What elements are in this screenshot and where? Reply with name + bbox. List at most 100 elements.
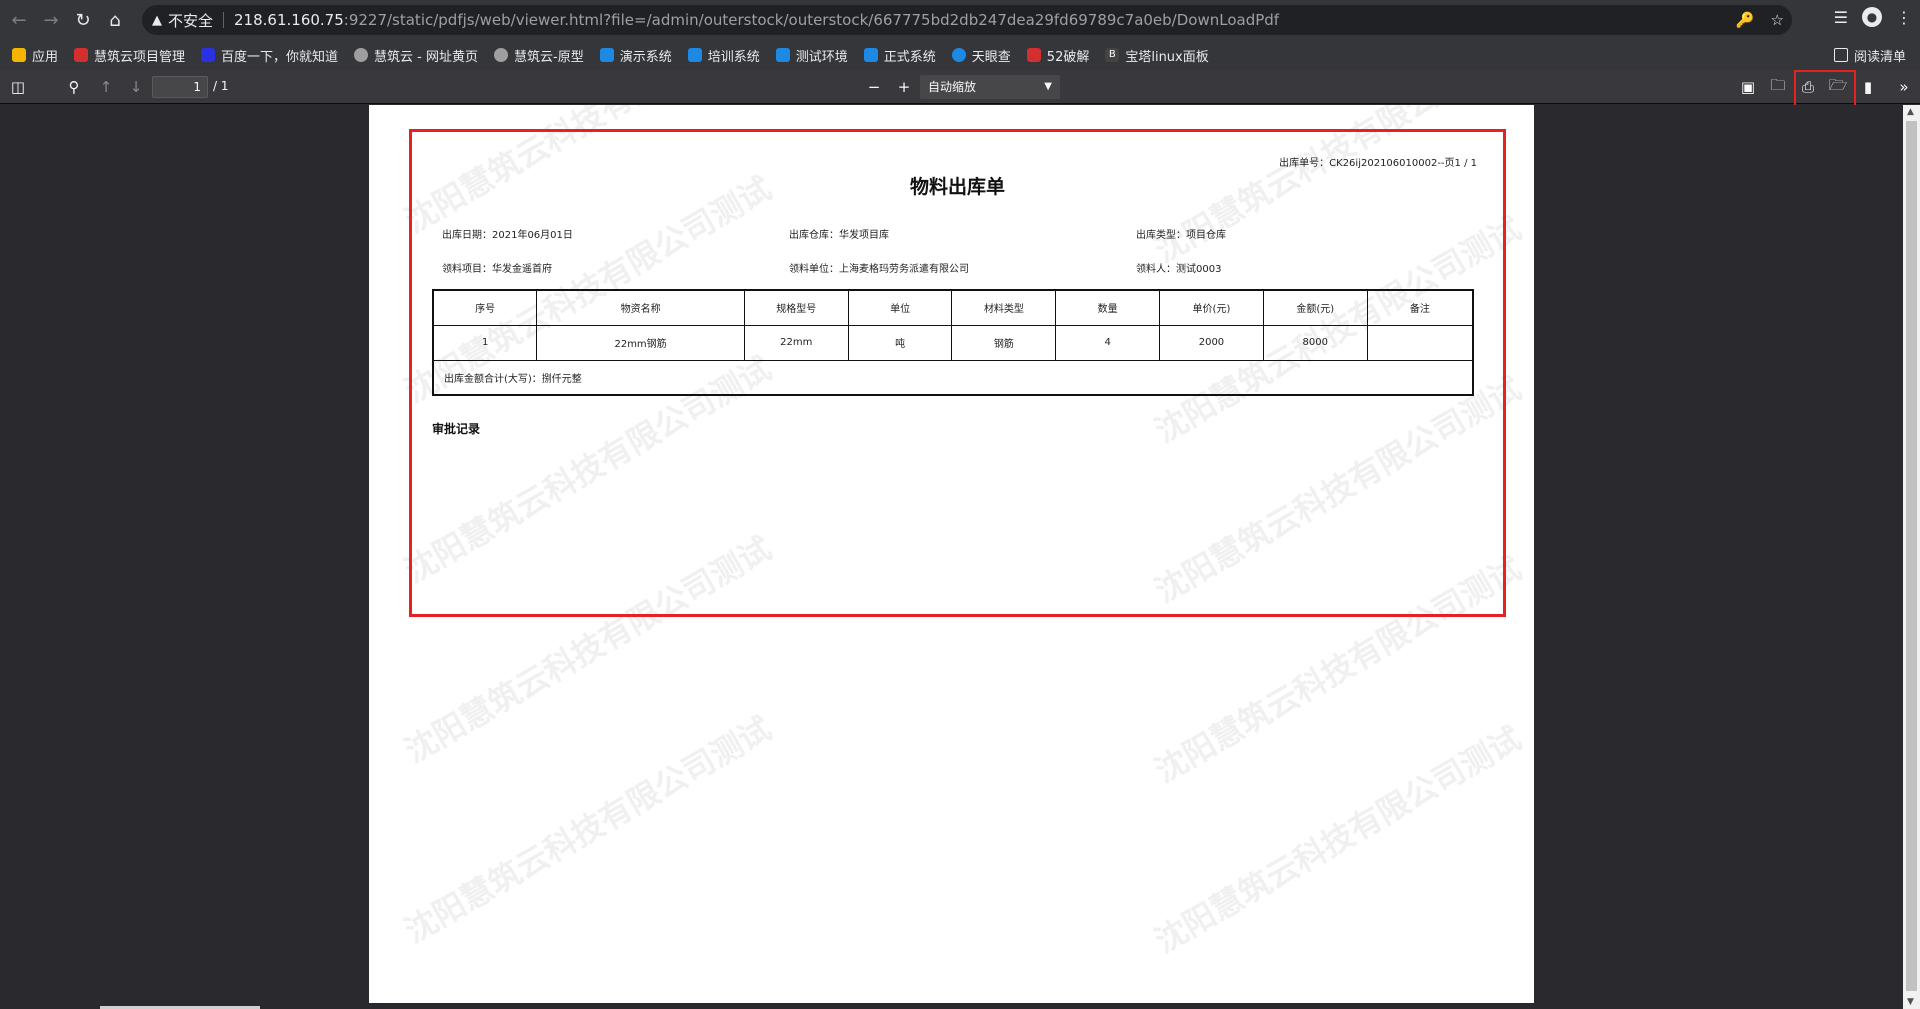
previous-page-icon[interactable]: ↑	[94, 75, 118, 99]
reload-icon[interactable]: ↻	[70, 7, 96, 33]
table-cell: 钢筋	[951, 324, 1057, 361]
highlight-frame: 出库单号：CK26ij202106010002--页1 / 1 物料出库单 出库…	[409, 129, 1506, 617]
zoom-out-icon[interactable]: −	[862, 75, 886, 99]
globe-icon	[494, 48, 509, 62]
info-unit: 领料单位：上海麦格玛劳务派遣有限公司	[789, 264, 969, 275]
key-icon[interactable]: 🔑	[1736, 11, 1755, 29]
column-header: 材料类型	[951, 289, 1057, 326]
tools-menu-icon[interactable]: »	[1892, 75, 1916, 99]
bookmark-item[interactable]: 52破解	[1026, 46, 1089, 65]
info-type: 出库类型：项目仓库	[1136, 230, 1226, 241]
browser-toolbar: ← → ↻ ⌂ ▲ 不安全 218.61.160.75:9227/static/…	[0, 0, 1920, 40]
media-queue-icon[interactable]: ☰	[1834, 8, 1848, 27]
address-bar[interactable]: ▲ 不安全 218.61.160.75:9227/static/pdfjs/we…	[142, 5, 1792, 35]
bookmark-item[interactable]: 正式系统	[863, 46, 936, 65]
bookmark-apps[interactable]: 应用	[12, 46, 58, 65]
scroll-up-icon[interactable]: ▲	[1907, 107, 1914, 117]
site-icon	[687, 48, 702, 62]
vertical-scrollbar[interactable]: ▲ ▼	[1903, 105, 1920, 1009]
table-row: 1 22mm钢筋 22mm 吨 钢筋 4 2000 8000	[432, 324, 1474, 361]
column-header: 金额(元)	[1262, 289, 1368, 326]
back-arrow-icon[interactable]: ←	[6, 7, 32, 33]
document-title: 物料出库单	[909, 176, 1005, 198]
browser-actions: ☰ ● ⋮	[1834, 7, 1912, 27]
doc-number: 出库单号：CK26ij202106010002--页1 / 1	[1279, 158, 1477, 169]
bookmarks-bar: 应用 慧筑云项目管理 百度一下，你就知道 慧筑云 - 网址黄页 慧筑云-原型 演…	[0, 40, 1920, 70]
home-icon[interactable]: ⌂	[102, 7, 128, 33]
info-date: 出库日期：2021年06月01日	[442, 230, 573, 241]
tianyancha-icon	[951, 48, 966, 62]
page-count: / 1	[213, 79, 229, 93]
pdf-page: 沈阳慧筑云科技有限公司测试 沈阳慧筑云科技有限公司测试 沈阳慧筑云科技有限公司测…	[369, 105, 1534, 1003]
url-host[interactable]: 218.61.160.75	[234, 11, 344, 29]
scrollbar-thumb[interactable]	[1906, 121, 1917, 991]
site-icon	[863, 48, 878, 62]
table-cell: 1	[432, 324, 538, 361]
baidu-icon	[201, 48, 216, 62]
zoom-select[interactable]: 自动缩放 ▼	[920, 75, 1060, 99]
site-icon	[599, 48, 614, 62]
page-number-input[interactable]: 1	[152, 76, 208, 98]
column-header: 物资名称	[536, 289, 745, 326]
scroll-down-icon[interactable]: ▼	[1907, 997, 1914, 1007]
watermark: 沈阳慧筑云科技有限公司测试	[398, 709, 778, 951]
column-header: 序号	[432, 289, 538, 326]
pdf-toolbar: ◫ ⚲ ↑ ↓ 1 / 1 − + 自动缩放 ▼ ▣ 🗀 ⎙ 🗁 ▮ »	[0, 70, 1920, 108]
bookmark-icon[interactable]: ▮	[1856, 75, 1880, 99]
security-label[interactable]: 不安全	[168, 10, 213, 31]
total-row: 出库金额合计(大写)：捌仟元整	[432, 359, 1474, 396]
info-project: 领料项目：华发金遥首府	[442, 264, 552, 275]
bookmark-item[interactable]: 天眼查	[951, 46, 1011, 65]
zoom-in-icon[interactable]: +	[892, 75, 916, 99]
apps-grid-icon	[12, 48, 26, 62]
column-header: 备注	[1366, 289, 1474, 326]
approval-title: 审批记录	[432, 422, 481, 436]
table-cell: 22mm	[743, 324, 849, 361]
site-icon	[775, 48, 790, 62]
table-cell: 4	[1055, 324, 1161, 361]
bookmark-item[interactable]: 测试环境	[775, 46, 848, 65]
bt-icon: B	[1105, 48, 1120, 62]
divider	[223, 12, 225, 28]
table-header-row: 序号 物资名称 规格型号 单位 材料类型 数量 单价(元) 金额(元) 备注	[432, 289, 1474, 326]
search-icon[interactable]: ⚲	[62, 75, 86, 99]
warning-icon[interactable]: ▲	[152, 13, 162, 28]
globe-icon	[354, 48, 369, 62]
url-path[interactable]: :9227/static/pdfjs/web/viewer.html?file=…	[344, 11, 1279, 29]
bookmark-item[interactable]: 培训系统	[687, 46, 760, 65]
table-cell: 吨	[847, 324, 953, 361]
pdf-viewer[interactable]: 沈阳慧筑云科技有限公司测试 沈阳慧筑云科技有限公司测试 沈阳慧筑云科技有限公司测…	[0, 105, 1920, 1009]
star-icon[interactable]: ☆	[1771, 11, 1784, 29]
items-table: 序号 物资名称 规格型号 单位 材料类型 数量 单价(元) 金额(元) 备注 1…	[432, 289, 1474, 396]
forward-arrow-icon[interactable]: →	[38, 7, 64, 33]
column-header: 单位	[847, 289, 953, 326]
menu-kebab-icon[interactable]: ⋮	[1896, 8, 1912, 27]
bookmark-item[interactable]: 慧筑云项目管理	[74, 46, 185, 65]
bookmark-item[interactable]: 百度一下，你就知道	[201, 46, 338, 65]
sidebar-toggle-icon[interactable]: ◫	[6, 75, 30, 99]
table-cell	[1366, 324, 1474, 361]
reading-list-button[interactable]: 阅读清单	[1833, 40, 1906, 70]
bookmark-item[interactable]: 慧筑云 - 网址黄页	[354, 46, 478, 65]
info-person: 领料人：测试0003	[1136, 264, 1222, 275]
open-file-icon[interactable]: 🗀	[1766, 75, 1790, 99]
table-cell: 8000	[1262, 324, 1368, 361]
reading-list-icon	[1833, 48, 1848, 62]
next-page-icon[interactable]: ↓	[124, 75, 148, 99]
chevron-down-icon: ▼	[1044, 81, 1052, 92]
watermark: 沈阳慧筑云科技有限公司测试	[1148, 719, 1528, 961]
highlight-frame	[1794, 70, 1856, 108]
site-icon	[74, 48, 89, 62]
omnibox-actions: 🔑 ☆	[1736, 5, 1784, 35]
table-cell: 22mm钢筋	[536, 324, 745, 361]
site-icon	[1026, 48, 1041, 62]
column-header: 规格型号	[743, 289, 849, 326]
column-header: 数量	[1055, 289, 1161, 326]
bookmark-item[interactable]: B 宝塔linux面板	[1105, 46, 1209, 65]
bookmark-item[interactable]: 演示系统	[599, 46, 672, 65]
bookmark-item[interactable]: 慧筑云-原型	[494, 46, 584, 65]
presentation-mode-icon[interactable]: ▣	[1736, 75, 1760, 99]
profile-avatar-icon[interactable]: ●	[1862, 7, 1882, 27]
table-cell: 2000	[1159, 324, 1264, 361]
total-amount: 出库金额合计(大写)：捌仟元整	[432, 359, 1474, 396]
